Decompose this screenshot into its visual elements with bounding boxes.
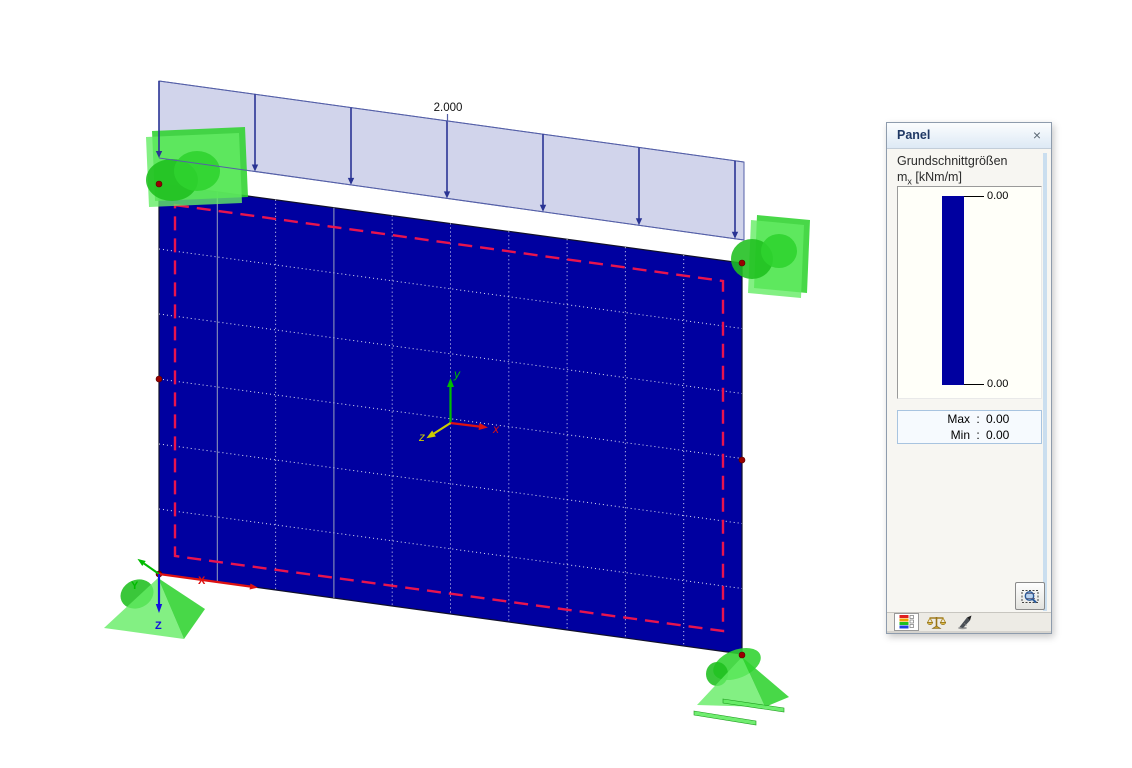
node-marker[interactable] [155, 180, 163, 188]
legend-top-value: 0.00 [987, 190, 1009, 202]
tab-scales[interactable] [924, 613, 949, 631]
node-marker[interactable] [738, 651, 746, 659]
tab-color-scale[interactable] [894, 613, 919, 631]
maxmin-box: Max : 0.00 Min : 0.00 [897, 410, 1042, 444]
quantity-subscript: x [907, 176, 912, 187]
min-value: 0.00 [986, 428, 1010, 442]
local-axis-y-label: y [453, 367, 461, 381]
max-label: Max [947, 412, 970, 426]
node-marker[interactable] [738, 456, 746, 464]
panel-scroll-strip[interactable] [1043, 153, 1047, 611]
legend-tick-bottom [964, 384, 984, 385]
min-label: Min [950, 428, 970, 442]
support-top-left[interactable] [146, 127, 248, 207]
scales-icon [927, 616, 946, 629]
legend-bottom-value: 0.00 [987, 378, 1009, 390]
quantity-unit: [kNm/m] [915, 170, 962, 184]
panel-titlebar[interactable]: Panel × [887, 123, 1051, 149]
legend-color-bar[interactable] [942, 196, 964, 385]
node-marker[interactable] [738, 259, 746, 267]
legend-tick-top [964, 196, 984, 197]
airbrush-icon [957, 615, 971, 630]
results-panel[interactable]: Panel × Grundschnittgrößen mx [kNm/m] 0.… [886, 122, 1052, 634]
magnifier-icon [1021, 589, 1038, 603]
global-axis-y-label: Y [131, 580, 139, 592]
color-scale-icon [899, 615, 914, 629]
max-value: 0.00 [986, 412, 1010, 426]
tab-airbrush[interactable] [952, 613, 977, 631]
result-quantity-label: mx [kNm/m] [897, 170, 962, 187]
node-marker[interactable] [155, 375, 163, 383]
legend-box[interactable]: 0.00 0.00 [897, 186, 1042, 399]
details-button[interactable] [1015, 582, 1045, 610]
max-row: Max : 0.00 [898, 412, 1041, 427]
local-axis-z-label: z [418, 430, 425, 444]
panel-bottom-strip [887, 631, 1051, 633]
min-row: Min : 0.00 [898, 428, 1041, 443]
panel-tabbar [887, 612, 1051, 632]
panel-title: Panel [897, 128, 931, 142]
quantity-symbol: m [897, 170, 908, 184]
panel-section-title: Grundschnittgrößen [897, 154, 1008, 168]
global-axis-x-label: X [198, 575, 206, 587]
local-axis-x-label: x [492, 422, 500, 436]
global-axis-z-label: Z [155, 620, 162, 632]
roller-bar [693, 710, 757, 726]
close-icon[interactable]: × [1028, 126, 1046, 144]
load-value-label: 2.000 [434, 102, 463, 114]
